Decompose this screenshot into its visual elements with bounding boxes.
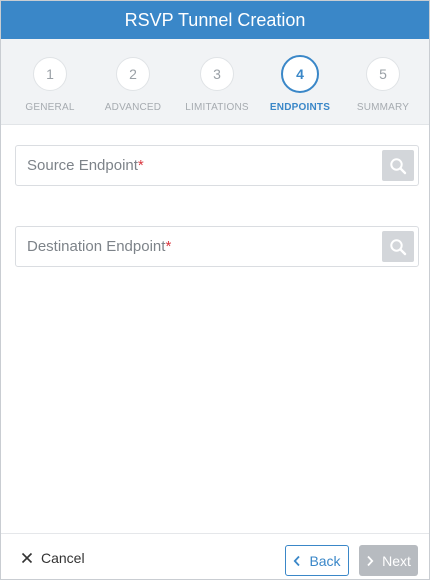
destination-endpoint-label: Destination Endpoint <box>27 238 166 255</box>
step-label: ADVANCED <box>104 102 162 113</box>
required-mark: * <box>137 157 144 174</box>
back-button[interactable]: Back <box>285 545 349 576</box>
step-number: 2 <box>116 57 150 91</box>
destination-endpoint-search-button[interactable] <box>382 231 414 262</box>
step-number: 3 <box>200 57 234 91</box>
wizard-stepper: 1 GENERAL 2 ADVANCED 3 LIMITATIONS 4 END… <box>1 39 429 125</box>
close-icon <box>21 552 33 564</box>
required-mark: * <box>165 238 172 255</box>
step-label: GENERAL <box>25 102 75 113</box>
dialog-title: RSVP Tunnel Creation <box>124 9 306 30</box>
step-number: 1 <box>33 57 67 91</box>
destination-endpoint-field[interactable]: Destination Endpoint* <box>15 226 419 267</box>
source-endpoint-label: Source Endpoint <box>27 157 138 174</box>
source-endpoint-field[interactable]: Source Endpoint* <box>15 145 419 186</box>
step-label: SUMMARY <box>356 102 410 113</box>
chevron-right-icon <box>367 555 374 566</box>
step-limitations[interactable]: 3 LIMITATIONS <box>172 39 262 125</box>
source-endpoint-search-button[interactable] <box>382 150 414 181</box>
step-endpoints[interactable]: 4 ENDPOINTS <box>255 39 345 125</box>
dialog-title-bar: RSVP Tunnel Creation <box>1 1 429 39</box>
step-label: LIMITATIONS <box>185 102 249 113</box>
cancel-button[interactable]: Cancel <box>21 550 85 566</box>
destination-endpoint-placeholder: Destination Endpoint* <box>27 238 171 255</box>
dialog-footer: Cancel Back Next <box>1 533 429 579</box>
search-icon <box>390 238 407 255</box>
search-icon <box>390 157 407 174</box>
cancel-label: Cancel <box>41 550 85 566</box>
step-general[interactable]: 1 GENERAL <box>5 39 95 125</box>
source-endpoint-placeholder: Source Endpoint* <box>27 157 144 174</box>
next-button[interactable]: Next <box>359 545 418 576</box>
step-number: 5 <box>366 57 400 91</box>
rsvp-tunnel-creation-dialog: RSVP Tunnel Creation 1 GENERAL 2 ADVANCE… <box>0 0 430 580</box>
step-label: ENDPOINTS <box>269 102 331 113</box>
next-label: Next <box>382 552 411 569</box>
back-label: Back <box>309 552 341 569</box>
step-number: 4 <box>281 55 319 93</box>
step-advanced[interactable]: 2 ADVANCED <box>88 39 178 125</box>
step-summary[interactable]: 5 SUMMARY <box>338 39 428 125</box>
chevron-left-icon <box>294 555 301 566</box>
